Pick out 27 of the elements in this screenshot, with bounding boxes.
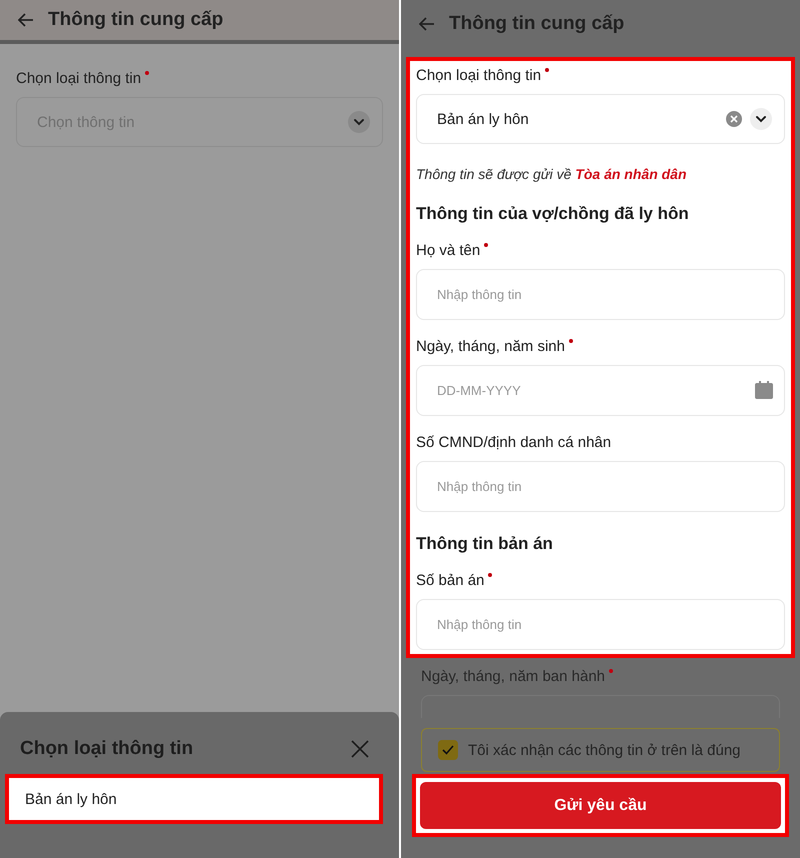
field-label: Chọn loại thông tin — [416, 67, 542, 84]
chevron-down-icon[interactable] — [750, 108, 772, 130]
date-field[interactable]: DD-MM-YYYY — [416, 365, 785, 416]
notice-text: Thông tin sẽ được gửi về Tòa án nhân dân — [416, 166, 688, 182]
back-arrow-icon[interactable] — [419, 17, 435, 31]
sheet-title: Chọn loại thông tin — [20, 738, 194, 760]
field-label: Ngày, tháng, năm ban hành — [421, 668, 606, 685]
field-label: Chọn loại thông tin — [16, 70, 142, 87]
clear-icon[interactable] — [726, 111, 742, 127]
submit-button[interactable]: Gửi yêu cầu — [420, 782, 781, 829]
field-label: Số bản án — [416, 572, 484, 589]
close-icon[interactable] — [351, 740, 369, 758]
checkmark-icon — [442, 745, 454, 755]
back-arrow-icon[interactable] — [18, 13, 34, 27]
section-heading: Thông tin của vợ/chồng đã ly hôn — [416, 204, 690, 224]
field-label: Ngày, tháng, năm sinh — [416, 338, 565, 355]
option-item[interactable]: Bản án ly hôn — [5, 774, 383, 824]
field-label: Số CMND/định danh cá nhân — [416, 434, 612, 451]
field-label: Họ và tên — [416, 242, 480, 259]
screen-title: Thông tin cung cấp — [449, 13, 624, 35]
section-heading: Thông tin bản án — [416, 534, 554, 554]
checkbox[interactable] — [438, 740, 458, 760]
calendar-icon[interactable] — [755, 381, 773, 399]
screen-title: Thông tin cung cấp — [48, 9, 224, 31]
confirm-text: Tôi xác nhận các thông tin ở trên là đúng — [468, 742, 741, 758]
select-field[interactable]: Bản án ly hôn — [416, 94, 785, 144]
chevron-down-icon[interactable] — [348, 111, 370, 133]
